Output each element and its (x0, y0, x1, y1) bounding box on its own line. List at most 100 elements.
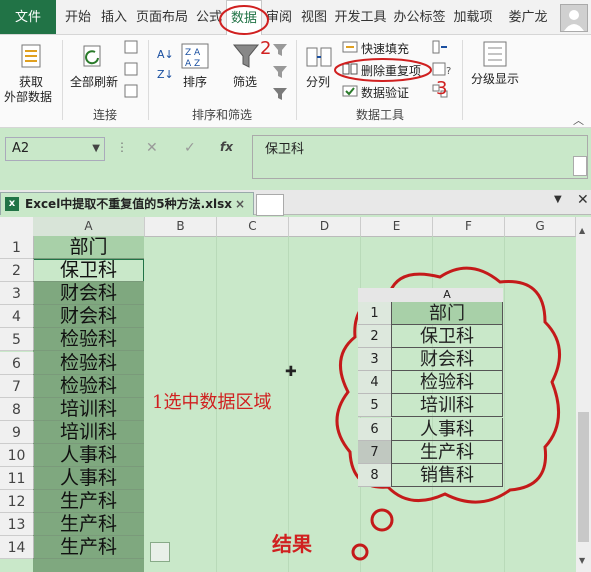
reapply-icon[interactable] (272, 64, 288, 83)
scrollbar-thumb[interactable] (578, 412, 589, 542)
row-header[interactable]: 4 (0, 305, 34, 329)
cell-a[interactable]: 保卫科 (33, 259, 144, 283)
tab-dropdown-icon[interactable]: ▼ (554, 194, 562, 205)
sort-az-icon[interactable]: A↓ Z↓ (156, 44, 174, 87)
result-row-number: 8 (358, 463, 391, 487)
cell-a[interactable]: 检验科 (33, 352, 144, 375)
result-row-number: 7 (358, 440, 391, 464)
cell-a[interactable]: 生产科 (33, 536, 144, 560)
clear-filter-icon[interactable] (272, 42, 288, 61)
new-tab-button[interactable] (256, 194, 284, 216)
select-all-corner[interactable] (0, 217, 34, 237)
result-row-number: 5 (358, 394, 391, 418)
result-row-number: 4 (358, 371, 391, 395)
row-header[interactable]: 11 (0, 467, 34, 490)
insert-function-icon[interactable]: fx (220, 140, 233, 154)
cell-a[interactable]: 检验科 (33, 328, 144, 352)
annotation-select-range: 1选中数据区域 (152, 392, 272, 413)
formula-value: 保卫科 (265, 142, 305, 157)
col-header-b[interactable]: B (145, 217, 217, 237)
tab-home[interactable]: 开始 (62, 0, 94, 34)
cell-a[interactable]: 培训科 (33, 398, 144, 421)
what-if-icon[interactable]: ? (432, 62, 454, 79)
refresh-all-button[interactable]: 全部刷新 (70, 73, 118, 90)
row-header[interactable]: 5 (0, 328, 34, 352)
filter-icon (232, 42, 260, 73)
cell-a[interactable]: 人事科 (33, 444, 144, 467)
advanced-filter-icon[interactable] (272, 86, 288, 105)
close-window-icon[interactable]: ✕ (577, 192, 589, 208)
result-cell: 保卫科 (391, 325, 503, 349)
collapse-ribbon-icon[interactable]: ︿ (573, 112, 584, 128)
cell-a[interactable]: 生产科 (33, 490, 144, 514)
col-header-g[interactable]: G (505, 217, 576, 237)
consolidate-icon[interactable] (432, 40, 448, 57)
refresh-icon (78, 42, 108, 73)
result-cell: 生产科 (391, 440, 503, 464)
result-cell: 销售科 (391, 463, 503, 487)
filter-button[interactable]: 筛选 (233, 73, 257, 90)
cell-a[interactable]: 财会科 (33, 282, 144, 306)
col-header-c[interactable]: C (217, 217, 289, 237)
quick-analysis-icon[interactable] (150, 542, 170, 562)
group-connections-label: 连接 (92, 108, 117, 122)
formula-input[interactable]: 保卫科 (252, 135, 588, 179)
result-cell: 人事科 (391, 417, 503, 441)
row-header[interactable]: 9 (0, 420, 34, 444)
scroll-down-icon[interactable]: ▼ (579, 556, 585, 565)
result-corner (358, 288, 391, 302)
cell-a[interactable]: 财会科 (33, 305, 144, 329)
close-tab-icon[interactable]: × (235, 193, 245, 215)
tab-developer[interactable]: 开发工具 (333, 0, 388, 34)
col-header-a[interactable]: A (33, 217, 145, 237)
tab-view[interactable]: 视图 (298, 0, 330, 34)
cell-a[interactable]: 生产科 (33, 513, 144, 537)
row-header[interactable]: 7 (0, 374, 34, 398)
text-to-columns-button[interactable]: 分列 (306, 73, 330, 90)
tab-office-tab[interactable]: 办公标签 (392, 0, 447, 34)
tab-page-layout[interactable]: 页面布局 (134, 0, 190, 34)
cell-a[interactable]: 检验科 (33, 375, 144, 398)
row-header[interactable]: 13 (0, 513, 34, 537)
workbook-tab[interactable]: x Excel中提取不重复值的5种方法.xlsx × (0, 192, 254, 215)
col-header-f[interactable]: F (433, 217, 505, 237)
enter-icon[interactable]: ✓ (184, 140, 196, 156)
outline-button[interactable]: 分级显示 (471, 70, 519, 87)
header-cell-a1[interactable]: 部门 (33, 236, 144, 259)
connections-icon[interactable] (124, 40, 138, 57)
col-header-e[interactable]: E (361, 217, 433, 237)
tab-addins[interactable]: 加载项 (450, 0, 496, 34)
flash-fill-button[interactable]: 快速填充 (361, 40, 409, 57)
properties-icon[interactable] (124, 62, 138, 79)
get-external-data-label: 外部数据 (4, 90, 53, 104)
user-name[interactable]: 娄广龙 (500, 0, 556, 34)
avatar[interactable] (560, 4, 588, 32)
tab-insert[interactable]: 插入 (98, 0, 130, 34)
row-header[interactable]: 10 (0, 443, 34, 467)
excel-icon: x (5, 197, 19, 211)
result-row-number: 3 (358, 348, 391, 372)
row-header[interactable]: 3 (0, 282, 34, 306)
scroll-up-icon[interactable]: ▲ (579, 226, 585, 235)
col-header-d[interactable]: D (289, 217, 361, 237)
cell-a[interactable]: 人事科 (33, 467, 144, 490)
formula-scroll[interactable] (573, 156, 587, 176)
menu-file[interactable]: 文件 (0, 0, 56, 34)
row-header[interactable]: 6 (0, 351, 34, 375)
data-validation-button[interactable]: 数据验证 (361, 84, 409, 101)
result-label: 结果 (272, 532, 312, 556)
row-header[interactable]: 14 (0, 536, 34, 560)
name-box[interactable]: A2 ▼ (5, 137, 105, 161)
edit-links-icon[interactable] (124, 84, 138, 101)
sort-button[interactable]: 排序 (183, 73, 207, 90)
chevron-down-icon[interactable]: ▼ (92, 138, 100, 160)
result-col-header: A (391, 288, 503, 302)
cell-a[interactable]: 培训科 (33, 421, 144, 444)
row-header[interactable]: 12 (0, 490, 34, 514)
svg-text:Z↓: Z↓ (157, 68, 174, 81)
row-header[interactable]: 1 (0, 236, 34, 259)
row-header[interactable]: 2 (0, 259, 34, 283)
row-header[interactable]: 8 (0, 397, 34, 421)
result-cell: 部门 (391, 302, 503, 325)
cancel-icon[interactable]: ✕ (146, 140, 158, 156)
